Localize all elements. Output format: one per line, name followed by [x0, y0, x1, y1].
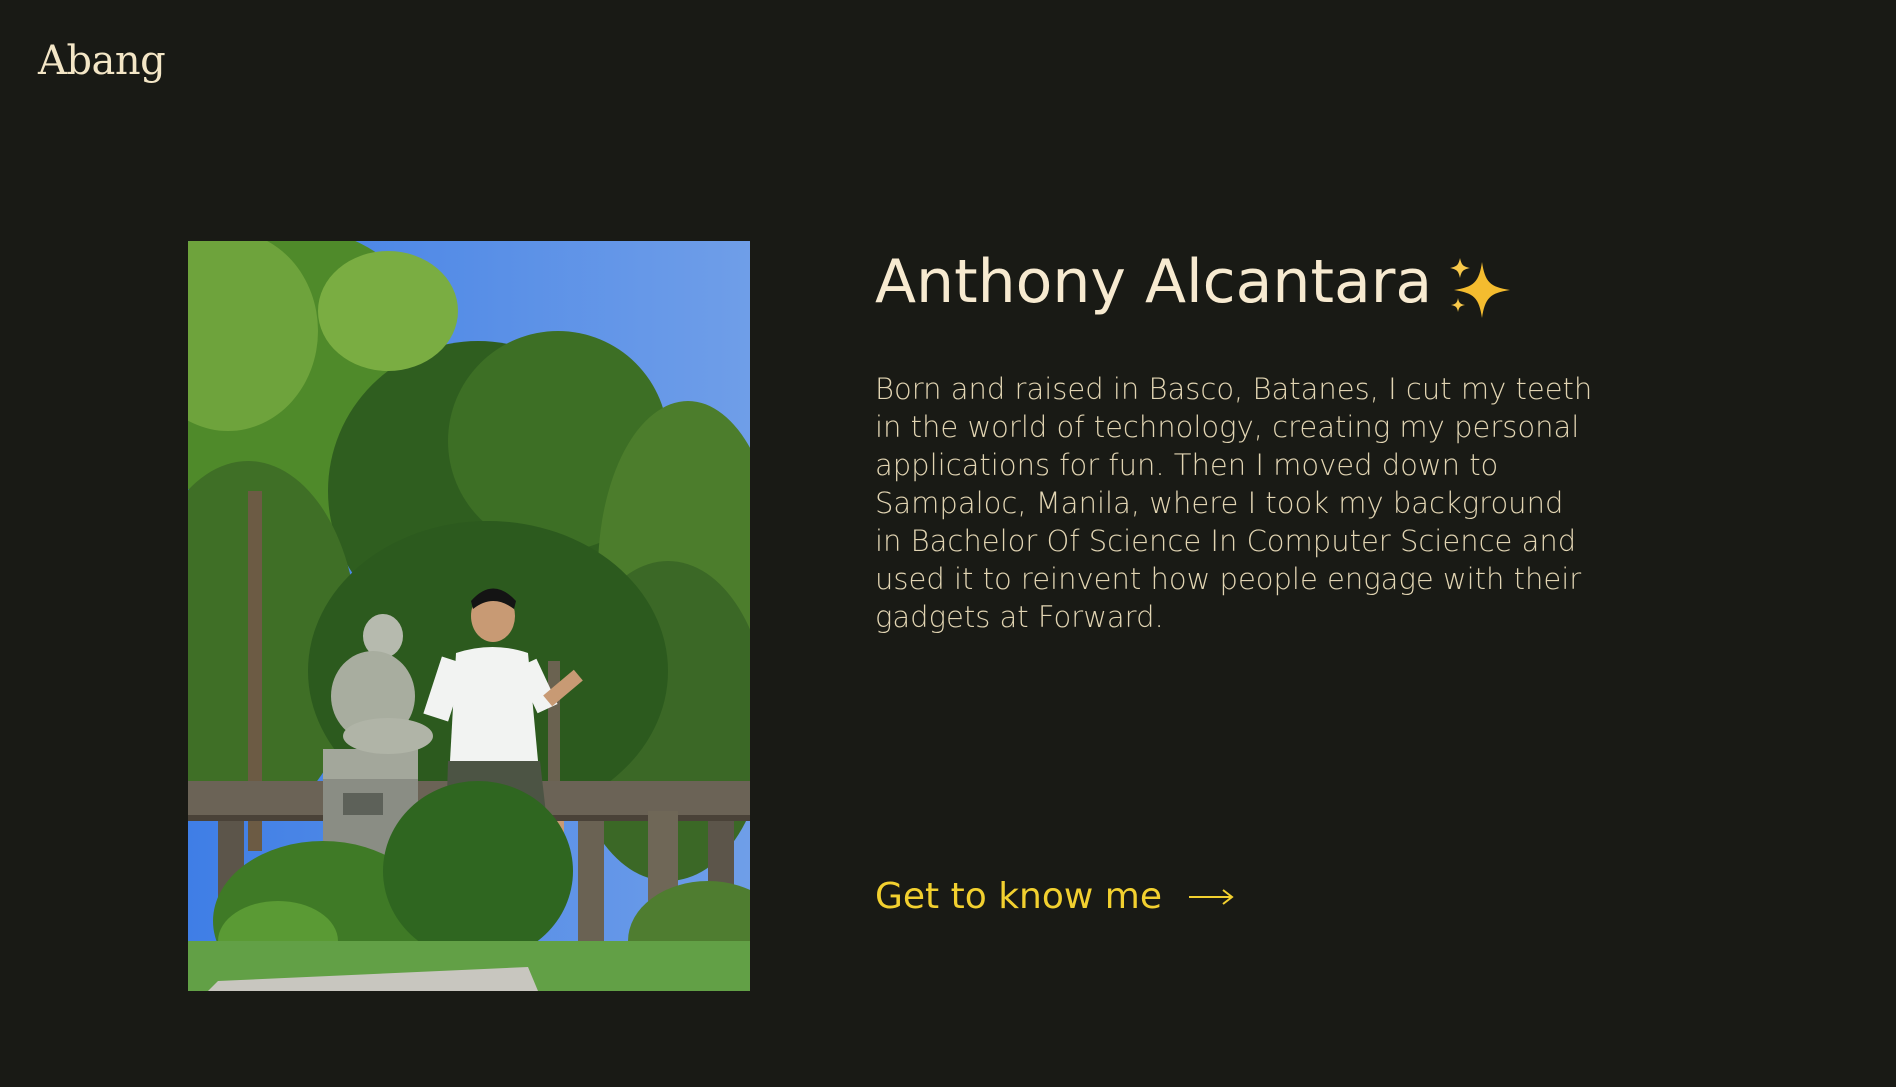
site-logo[interactable]: Abang [38, 38, 166, 84]
cta-label: Get to know me [875, 876, 1162, 917]
profile-name: Anthony Alcantara [875, 247, 1433, 317]
profile-bio: Born and raised in Basco, Batanes, I cut… [875, 372, 1593, 634]
title-row: Anthony Alcantara [875, 246, 1595, 318]
profile-photo [188, 241, 750, 991]
profile-content: Anthony Alcantara Born and raised in Bas… [875, 246, 1595, 665]
long-arrow-right-icon [1188, 887, 1234, 907]
sparkles-icon [1446, 254, 1516, 318]
get-to-know-me-link[interactable]: Get to know me [875, 876, 1234, 917]
